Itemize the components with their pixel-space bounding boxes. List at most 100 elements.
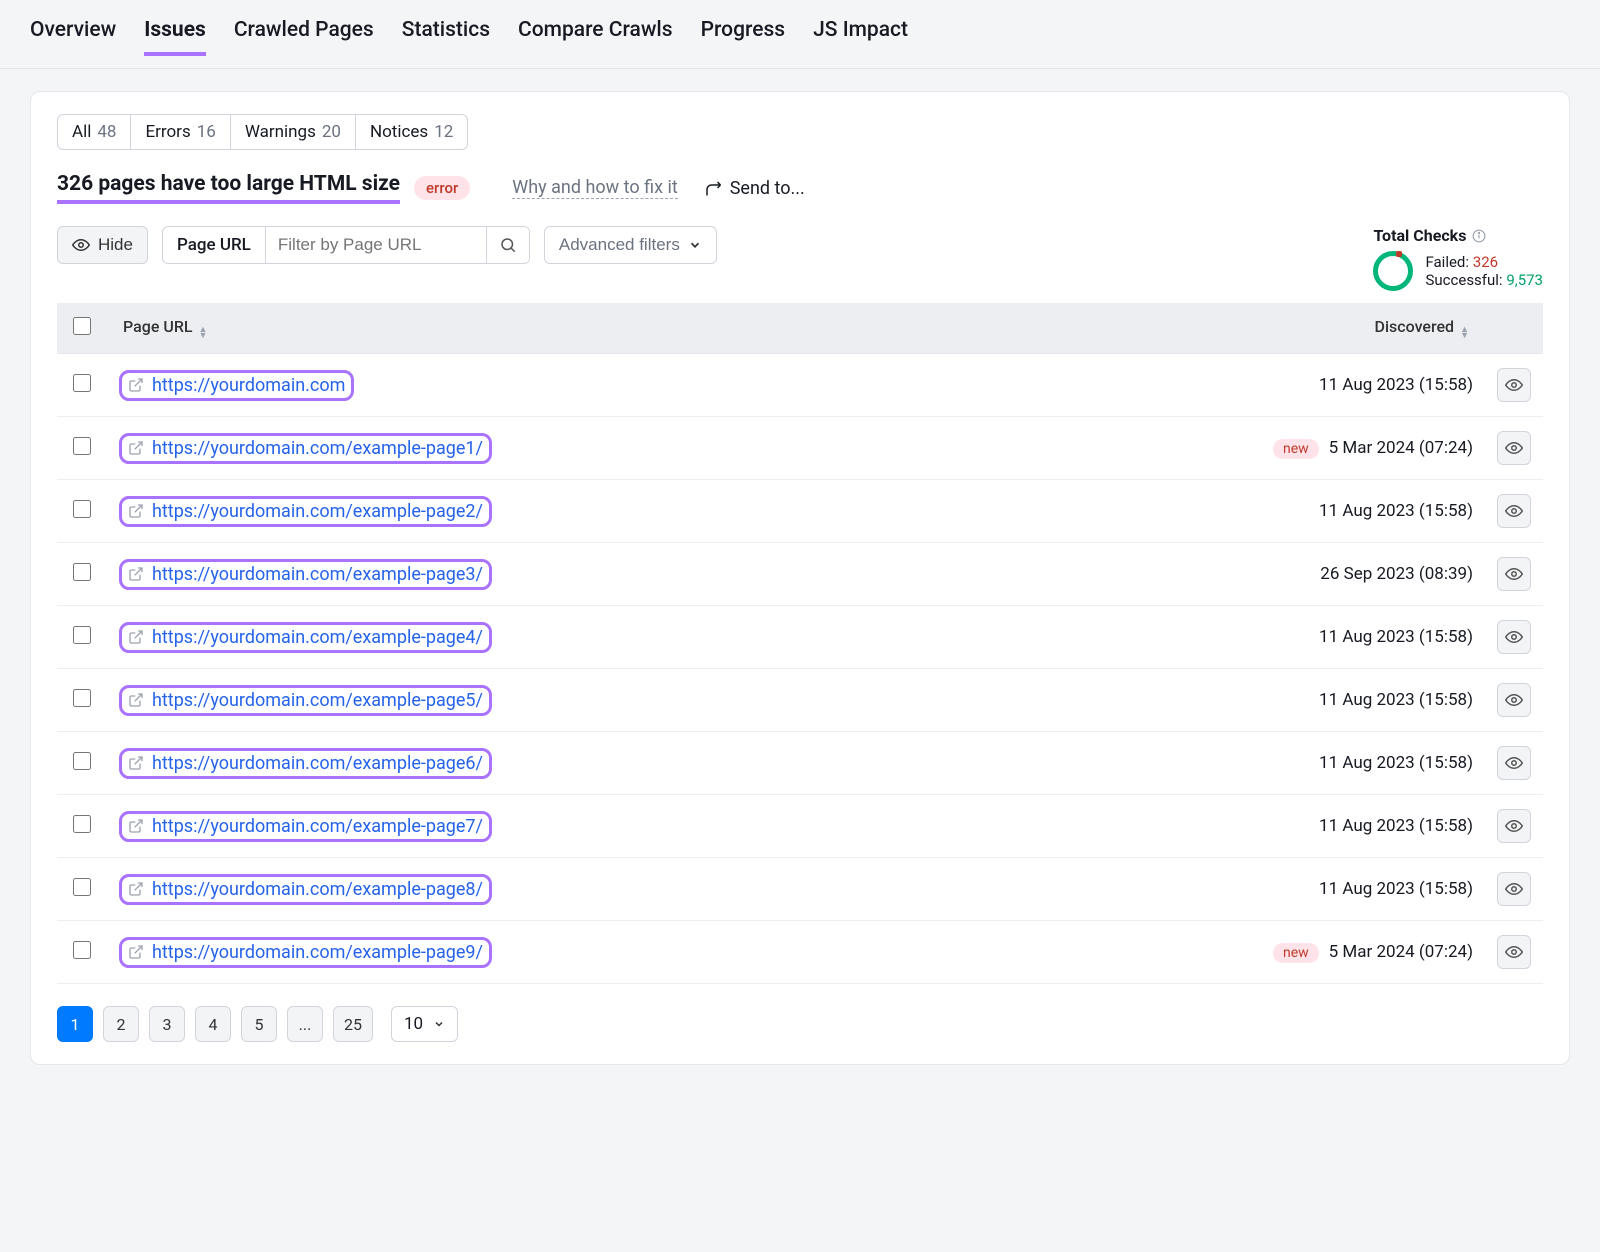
row-checkbox[interactable] — [73, 500, 91, 518]
view-button[interactable] — [1497, 557, 1531, 591]
new-badge: new — [1273, 943, 1319, 963]
view-button[interactable] — [1497, 746, 1531, 780]
issue-title: 326 pages have too large HTML size — [57, 172, 400, 204]
eye-icon — [1505, 565, 1523, 583]
error-badge: error — [414, 176, 470, 200]
external-link-icon — [128, 566, 144, 582]
view-button[interactable] — [1497, 935, 1531, 969]
table-row: https://yourdomain.com/example-page8/11 … — [57, 858, 1543, 921]
page-25[interactable]: 25 — [333, 1006, 373, 1042]
tab-issues[interactable]: Issues — [144, 18, 206, 56]
row-checkbox[interactable] — [73, 689, 91, 707]
page-5[interactable]: 5 — [241, 1006, 277, 1042]
eye-icon — [1505, 817, 1523, 835]
hide-button[interactable]: Hide — [57, 226, 148, 264]
discovered-date: 11 Aug 2023 (15:58) — [1319, 375, 1473, 395]
eye-icon — [1505, 502, 1523, 520]
tab-progress[interactable]: Progress — [701, 18, 785, 56]
page-url-link[interactable]: https://yourdomain.com/example-page8/ — [152, 879, 483, 900]
filter-errors[interactable]: Errors 16 — [131, 115, 230, 149]
col-discovered[interactable]: Discovered▲▼ — [988, 303, 1485, 354]
search-button[interactable] — [486, 227, 529, 263]
eye-icon — [1505, 691, 1523, 709]
col-page-url[interactable]: Page URL▲▼ — [107, 303, 988, 354]
view-button[interactable] — [1497, 494, 1531, 528]
page-url-link[interactable]: https://yourdomain.com — [152, 375, 345, 396]
tab-statistics[interactable]: Statistics — [402, 18, 490, 56]
info-icon[interactable] — [1472, 229, 1486, 243]
view-button[interactable] — [1497, 368, 1531, 402]
page-url-link[interactable]: https://yourdomain.com/example-page6/ — [152, 753, 483, 774]
page-2[interactable]: 2 — [103, 1006, 139, 1042]
page-url-link[interactable]: https://yourdomain.com/example-page7/ — [152, 816, 483, 837]
row-checkbox[interactable] — [73, 752, 91, 770]
page-size-select[interactable]: 10 — [391, 1006, 458, 1042]
page-1[interactable]: 1 — [57, 1006, 93, 1042]
chevron-down-icon — [688, 238, 702, 252]
discovered-date: 5 Mar 2024 (07:24) — [1329, 942, 1473, 962]
discovered-date: 5 Mar 2024 (07:24) — [1329, 438, 1473, 458]
row-checkbox[interactable] — [73, 563, 91, 581]
external-link-icon — [128, 503, 144, 519]
page-url-link[interactable]: https://yourdomain.com/example-page9/ — [152, 942, 483, 963]
discovered-date: 11 Aug 2023 (15:58) — [1319, 753, 1473, 773]
eye-icon — [1505, 376, 1523, 394]
view-button[interactable] — [1497, 620, 1531, 654]
row-checkbox[interactable] — [73, 878, 91, 896]
table-row: https://yourdomain.com/example-page7/11 … — [57, 795, 1543, 858]
row-checkbox[interactable] — [73, 626, 91, 644]
view-button[interactable] — [1497, 683, 1531, 717]
page-url-link[interactable]: https://yourdomain.com/example-page4/ — [152, 627, 483, 648]
view-button[interactable] — [1497, 431, 1531, 465]
row-checkbox[interactable] — [73, 437, 91, 455]
url-filter-input[interactable] — [266, 227, 486, 263]
row-checkbox[interactable] — [73, 941, 91, 959]
discovered-date: 11 Aug 2023 (15:58) — [1319, 816, 1473, 836]
table-row: https://yourdomain.com/example-page4/11 … — [57, 606, 1543, 669]
table-row: https://yourdomain.com/example-page5/11 … — [57, 669, 1543, 732]
chevron-down-icon — [433, 1018, 445, 1030]
eye-icon — [1505, 439, 1523, 457]
discovered-date: 11 Aug 2023 (15:58) — [1319, 879, 1473, 899]
table-row: https://yourdomain.com/example-page1/new… — [57, 417, 1543, 480]
select-all-checkbox[interactable] — [73, 317, 91, 335]
eye-icon — [1505, 943, 1523, 961]
new-badge: new — [1273, 439, 1319, 459]
tab-crawled-pages[interactable]: Crawled Pages — [234, 18, 374, 56]
issues-card: All 48 Errors 16 Warnings 20 Notices 12 … — [30, 91, 1570, 1065]
page-url-link[interactable]: https://yourdomain.com/example-page1/ — [152, 438, 483, 459]
main-tabs: Overview Issues Crawled Pages Statistics Com… — [0, 0, 1600, 69]
tab-js-impact[interactable]: JS Impact — [813, 18, 908, 56]
search-icon — [499, 236, 517, 254]
success-stat: Successful: 9,573 — [1425, 271, 1543, 289]
external-link-icon — [128, 440, 144, 456]
check-donut — [1373, 251, 1413, 291]
table-row: https://yourdomain.com/example-page9/new… — [57, 921, 1543, 984]
tab-compare-crawls[interactable]: Compare Crawls — [518, 18, 673, 56]
filter-warnings[interactable]: Warnings 20 — [231, 115, 356, 149]
view-button[interactable] — [1497, 872, 1531, 906]
page-3[interactable]: 3 — [149, 1006, 185, 1042]
page-url-link[interactable]: https://yourdomain.com/example-page5/ — [152, 690, 483, 711]
url-filter-group: Page URL — [162, 226, 530, 264]
page-url-link[interactable]: https://yourdomain.com/example-page2/ — [152, 501, 483, 522]
page-url-link[interactable]: https://yourdomain.com/example-page3/ — [152, 564, 483, 585]
row-checkbox[interactable] — [73, 374, 91, 392]
view-button[interactable] — [1497, 809, 1531, 843]
filter-all[interactable]: All 48 — [58, 115, 131, 149]
discovered-date: 11 Aug 2023 (15:58) — [1319, 690, 1473, 710]
advanced-filters-button[interactable]: Advanced filters — [544, 226, 717, 264]
page-4[interactable]: 4 — [195, 1006, 231, 1042]
tab-overview[interactable]: Overview — [30, 18, 116, 56]
row-checkbox[interactable] — [73, 815, 91, 833]
send-to-button[interactable]: Send to... — [704, 178, 805, 199]
external-link-icon — [128, 377, 144, 393]
table-row: https://yourdomain.com/example-page6/11 … — [57, 732, 1543, 795]
table-row: https://yourdomain.com/example-page3/26 … — [57, 543, 1543, 606]
total-checks: Total Checks Failed: 326 Successful: 9,5… — [1373, 226, 1543, 291]
how-to-fix-link[interactable]: Why and how to fix it — [512, 177, 677, 199]
filter-notices[interactable]: Notices 12 — [356, 115, 467, 149]
external-link-icon — [128, 881, 144, 897]
page-ellipsis: ... — [287, 1006, 323, 1042]
eye-icon — [1505, 628, 1523, 646]
